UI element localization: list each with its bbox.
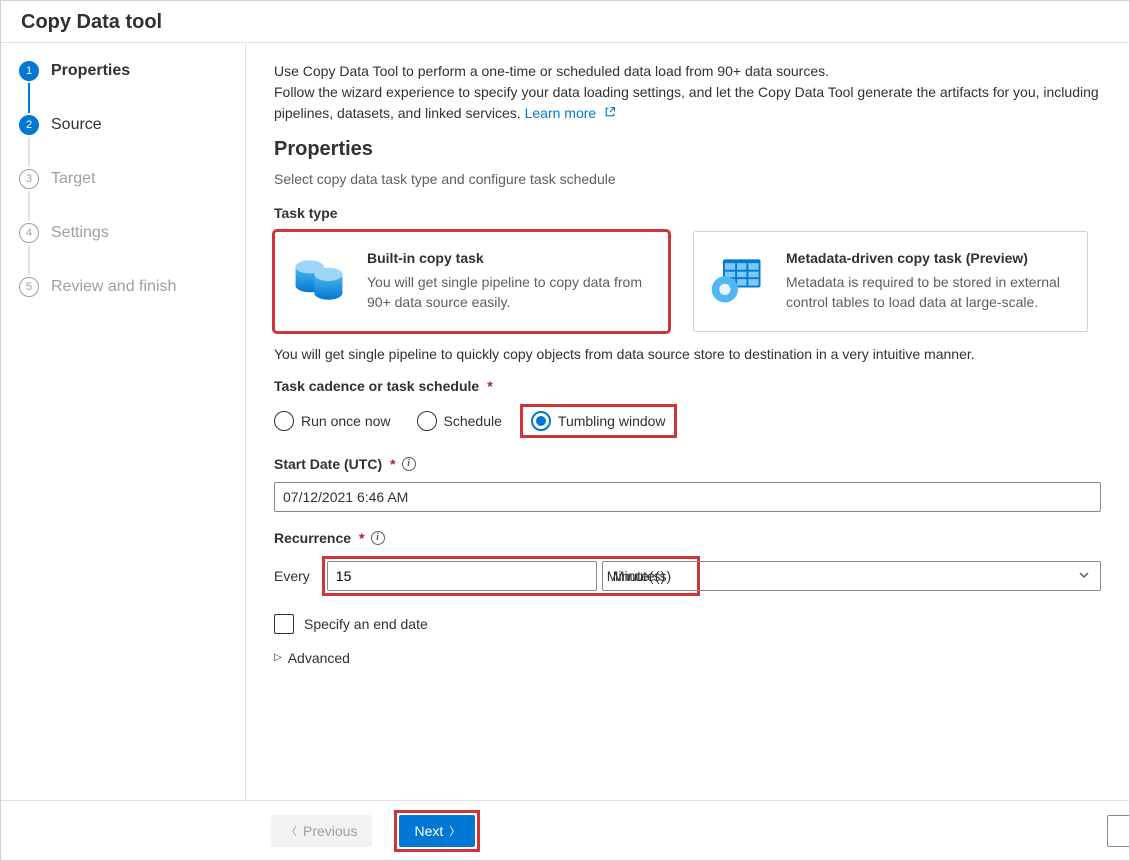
step-number-icon: 2: [19, 115, 39, 135]
step-label: Review and finish: [51, 278, 176, 296]
card-builtin-copy[interactable]: Built-in copy task You will get single p…: [274, 231, 669, 332]
radio-tumbling-window[interactable]: Tumbling window: [531, 411, 666, 431]
chevron-left-icon: 〈: [286, 823, 297, 839]
card-title: Metadata-driven copy task (Preview): [786, 250, 1069, 266]
chevron-down-icon: [1078, 568, 1090, 584]
chevron-right-icon: 〉: [449, 823, 460, 839]
step-label: Source: [51, 116, 102, 134]
recurrence-value-input[interactable]: [327, 561, 597, 591]
next-button[interactable]: Next 〉: [399, 815, 475, 847]
start-date-row: Start Date (UTC) * i: [274, 456, 1101, 512]
window-header: Copy Data tool: [1, 1, 1129, 43]
every-label: Every: [274, 568, 310, 584]
recurrence-unit-select[interactable]: Minute(s): [602, 561, 1101, 591]
step-review[interactable]: 5 Review and finish: [19, 277, 235, 297]
end-date-row: Specify an end date: [274, 614, 1101, 634]
info-icon[interactable]: i: [402, 457, 416, 471]
window-body: 1 Properties 2 Source 3 Target 4 Setting…: [1, 43, 1129, 800]
step-properties[interactable]: 1 Properties: [19, 61, 235, 115]
copy-data-tool-window: Copy Data tool 1 Properties 2 Source 3 T…: [0, 0, 1130, 861]
properties-subtitle: Select copy data task type and configure…: [274, 171, 1101, 187]
intro-line1: Use Copy Data Tool to perform a one-time…: [274, 63, 829, 79]
required-asterisk: *: [487, 378, 492, 394]
select-value: Minute(s): [613, 568, 671, 584]
cadence-label-text: Task cadence or task schedule: [274, 378, 479, 394]
triangle-right-icon: ▷: [274, 652, 282, 663]
previous-label: Previous: [303, 823, 357, 839]
previous-button[interactable]: 〈 Previous: [271, 815, 372, 847]
step-source[interactable]: 2 Source: [19, 115, 235, 169]
learn-more-label: Learn more: [525, 105, 597, 121]
radio-icon: [417, 411, 437, 431]
start-date-label-text: Start Date (UTC): [274, 456, 382, 472]
radio-label: Tumbling window: [558, 413, 666, 429]
step-connector: [28, 191, 30, 221]
next-label: Next: [414, 823, 443, 839]
end-date-checkbox[interactable]: [274, 614, 294, 634]
properties-title: Properties: [274, 138, 1101, 161]
radio-icon: [274, 411, 294, 431]
task-type-note: You will get single pipeline to quickly …: [274, 346, 1101, 362]
card-text: Metadata-driven copy task (Preview) Meta…: [786, 250, 1069, 313]
radio-label: Schedule: [444, 413, 502, 429]
step-connector: [28, 245, 30, 275]
card-title: Built-in copy task: [367, 250, 650, 266]
intro-line2: Follow the wizard experience to specify …: [274, 84, 1099, 121]
step-target[interactable]: 3 Target: [19, 169, 235, 223]
radio-label: Run once now: [301, 413, 391, 429]
required-asterisk: *: [359, 530, 364, 546]
step-number-icon: 5: [19, 277, 39, 297]
info-icon[interactable]: i: [371, 531, 385, 545]
end-date-label: Specify an end date: [304, 616, 428, 632]
recurrence-controls: Every Minute(s) Minute(s): [274, 556, 1101, 596]
card-text: Built-in copy task You will get single p…: [367, 250, 650, 313]
radio-run-once[interactable]: Run once now: [274, 411, 391, 431]
cadence-label: Task cadence or task schedule *: [274, 378, 1101, 394]
recurrence-row: Recurrence * i Every Minute(s) Minute(s): [274, 530, 1101, 596]
required-asterisk: *: [390, 456, 395, 472]
advanced-label: Advanced: [288, 650, 350, 666]
radio-schedule[interactable]: Schedule: [417, 411, 502, 431]
start-date-input[interactable]: [274, 482, 1101, 512]
step-list: 1 Properties 2 Source 3 Target 4 Setting…: [19, 61, 235, 297]
step-number-icon: 3: [19, 169, 39, 189]
task-type-cards: Built-in copy task You will get single p…: [274, 231, 1101, 332]
step-number-icon: 1: [19, 61, 39, 81]
step-settings[interactable]: 4 Settings: [19, 223, 235, 277]
task-type-label: Task type: [274, 205, 1101, 221]
main-content: Use Copy Data Tool to perform a one-time…: [246, 43, 1129, 800]
step-label: Target: [51, 170, 95, 188]
step-label: Properties: [51, 62, 130, 80]
table-gear-icon: [708, 250, 768, 310]
step-number-icon: 4: [19, 223, 39, 243]
wizard-sidebar: 1 Properties 2 Source 3 Target 4 Setting…: [1, 43, 246, 800]
step-label: Settings: [51, 224, 109, 242]
highlight-next: Next 〉: [394, 810, 480, 852]
external-link-icon: [604, 109, 616, 121]
recurrence-label-text: Recurrence: [274, 530, 351, 546]
learn-more-link[interactable]: Learn more: [525, 105, 616, 121]
intro-text: Use Copy Data Tool to perform a one-time…: [274, 61, 1101, 124]
recurrence-label: Recurrence * i: [274, 530, 1101, 546]
card-desc: Metadata is required to be stored in ext…: [786, 272, 1069, 313]
wizard-footer: 〈 Previous Next 〉: [1, 800, 1129, 860]
radio-icon: [531, 411, 551, 431]
window-title: Copy Data tool: [21, 11, 1109, 34]
highlight-tumbling: Tumbling window: [520, 404, 677, 438]
card-metadata-driven[interactable]: Metadata-driven copy task (Preview) Meta…: [693, 231, 1088, 332]
database-icon: [289, 250, 349, 310]
card-desc: You will get single pipeline to copy dat…: [367, 272, 650, 313]
step-connector: [28, 137, 30, 167]
corner-button[interactable]: [1107, 815, 1129, 847]
start-date-label: Start Date (UTC) * i: [274, 456, 1101, 472]
cadence-radio-group: Run once now Schedule Tumbling window: [274, 404, 1101, 438]
step-connector: [28, 83, 30, 113]
advanced-toggle[interactable]: ▷ Advanced: [274, 650, 1101, 666]
